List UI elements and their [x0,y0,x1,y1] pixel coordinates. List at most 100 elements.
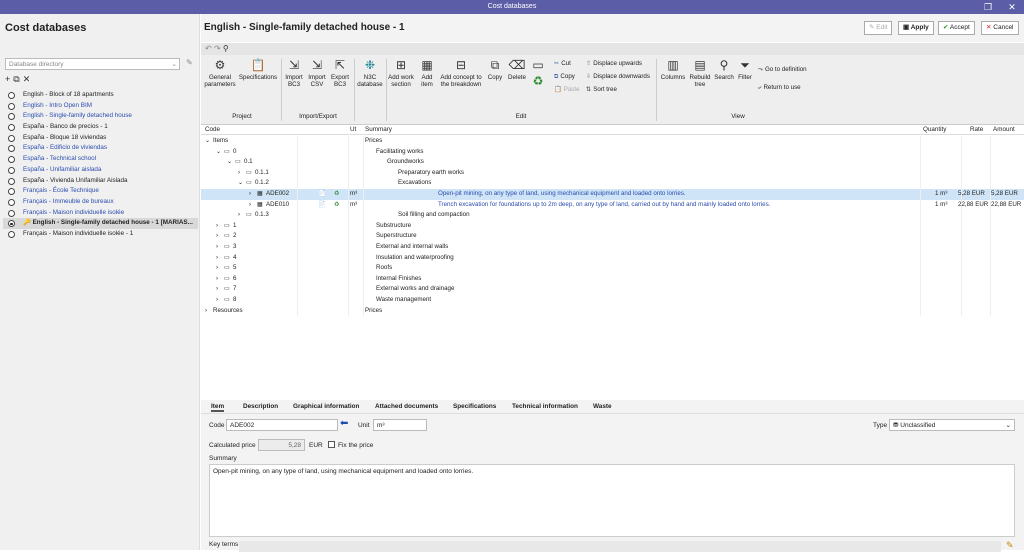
database-item[interactable]: España - Banco de precios - 1 [3,122,198,133]
column-summary[interactable]: Summary [365,125,392,135]
table-row[interactable]: › ▭ 4 Insulation and waterproofing [201,252,1024,264]
add-item-button[interactable]: ▦ Add item [416,58,438,88]
type-select[interactable]: ⛃ Unclassified ⌄ [889,419,1015,431]
table-row[interactable]: › ▦ ADE002 📄 ♻ m³ Open-pit mining, on any type… [201,189,1024,200]
database-item[interactable]: English - Intro Open BIM [3,101,198,112]
table-row[interactable]: › ▭ 8 Waste management [201,295,1024,306]
radio-button[interactable] [8,124,15,132]
table-row[interactable]: ⌄ ▭ 0 Facilitating works [201,146,1024,158]
import-csv-button[interactable]: ⇲ Import CSV [306,58,328,88]
radio-button[interactable] [8,145,15,153]
redo-icon[interactable]: ↷ [214,44,221,53]
edit-pencil-icon[interactable]: ✎ [186,58,193,67]
expander-icon[interactable]: › [216,295,218,306]
database-item[interactable]: English - Single-family detached house [3,111,198,122]
database-item[interactable]: España - Vivienda Unifamiliar Aislada [3,176,198,187]
column-ut[interactable]: Ut [350,125,356,135]
table-row[interactable]: ⌄ Items Prices [201,136,1024,147]
expander-icon[interactable]: ⌄ [216,147,221,158]
return-to-use-button[interactable]: ⤶ Return to use [758,83,801,92]
expander-icon[interactable]: › [216,274,218,285]
table-row[interactable]: ⌄ ▭ 0.1.2 Excavations [201,178,1024,189]
document-icon[interactable]: 📄 [318,189,326,200]
cancel-button[interactable]: ✕ Cancel [981,21,1019,35]
comment-button[interactable]: ▭ ♻ [528,58,548,90]
database-directory-select[interactable]: Database directory ⌄ [5,58,180,70]
radio-button[interactable] [8,209,15,217]
export-bc3-button[interactable]: ⇱ Export BC3 [329,58,351,88]
database-item[interactable]: España - Unifamiliar aislada [3,165,198,176]
recycle-icon[interactable]: ♻ [334,189,340,200]
expander-icon[interactable]: ⌄ [227,157,232,168]
import-bc3-button[interactable]: ⇲ Import BC3 [283,58,305,88]
table-row[interactable]: › ▦ ADE010 📄 ♻ m³ Trench excavation for founda… [201,199,1024,211]
tab-specifications[interactable]: Specifications [453,403,496,410]
column-amount[interactable]: Amount [993,125,1015,135]
database-item[interactable]: 🔑 English - Single-family detached house… [3,218,198,229]
database-item[interactable]: España - Edificio de viviendas [3,143,198,154]
search-button[interactable]: ⚲ Search [712,58,736,81]
column-quantity[interactable]: Quantity [923,125,946,135]
radio-button[interactable] [8,177,15,185]
tab-waste[interactable]: Waste [593,403,612,410]
expander-icon[interactable]: › [216,242,218,253]
expander-icon[interactable]: › [216,253,218,264]
copy-button[interactable]: ⧉ Copy [485,58,505,81]
displace-downwards-button[interactable]: ⇩ Displace downwards [586,72,650,81]
pencil-icon[interactable]: ✎ [1006,540,1014,551]
database-item[interactable]: English - Block of 18 apartments [3,90,198,101]
table-row[interactable]: ⌄ ▭ 0.1 Groundworks [201,157,1024,168]
search-icon[interactable]: ⚲ [223,44,229,53]
columns-button[interactable]: ▥ Columns [658,58,688,81]
radio-button[interactable] [8,113,15,121]
close-window-icon[interactable]: ✕ [1004,0,1020,14]
expander-icon[interactable]: › [216,284,218,295]
duplicate-icon[interactable]: ⧉ [13,74,19,84]
radio-button[interactable] [8,134,15,142]
cut-button[interactable]: ✂ Cut [554,59,571,68]
tab-technical-information[interactable]: Technical information [512,403,578,410]
expander-icon[interactable]: ⌄ [205,136,210,147]
expander-icon[interactable]: › [249,200,251,211]
filter-button[interactable]: ⏷ Filter [735,58,755,81]
n3c-database-button[interactable]: ❉ N3C database [355,58,385,88]
copy-small-button[interactable]: ⧉ Copy [554,72,575,81]
apply-button[interactable]: ▣ Apply [898,21,934,35]
specifications-button[interactable]: 📋 Specifications [238,58,278,81]
restore-icon[interactable]: ❐ [980,0,996,14]
summary-textarea[interactable]: Open-pit mining, on any type of land, us… [209,464,1015,537]
column-rate[interactable]: Rate [970,125,983,135]
add-work-section-button[interactable]: ⊞ Add work section [387,58,415,88]
expander-icon[interactable]: ⌄ [238,178,243,189]
table-row[interactable]: › ▭ 1 Substructure [201,220,1024,232]
expander-icon[interactable]: › [238,210,240,221]
column-code[interactable]: Code [205,125,220,135]
expander-icon[interactable]: › [238,168,240,179]
database-item[interactable]: Français - Maison individuelle isolée - … [3,229,198,240]
general-parameters-button[interactable]: ⚙ General parameters [204,58,236,88]
table-row[interactable]: › ▭ 6 Internal Finishes [201,273,1024,285]
key-terms-field[interactable] [239,541,1001,552]
undo-icon[interactable]: ↶ [205,44,212,53]
go-to-definition-button[interactable]: ⤳ Go to definition [758,65,807,74]
radio-button[interactable] [8,92,15,99]
tab-attached-documents[interactable]: Attached documents [375,403,438,410]
delete-button[interactable]: ⌫ Delete [506,58,528,81]
edit-button[interactable]: ✎ Edit [864,21,893,35]
table-row[interactable]: › ▭ 5 Roofs [201,263,1024,274]
add-icon[interactable]: + [5,74,10,84]
database-item[interactable]: España - Bloque 18 viviendas [3,133,198,144]
tab-item[interactable]: Item [211,403,225,412]
tab-description[interactable]: Description [243,403,278,410]
code-field[interactable]: ADE002 [226,419,338,431]
expander-icon[interactable]: › [216,231,218,242]
delete-icon[interactable]: ✕ [23,74,31,84]
unit-field[interactable]: m³ [373,419,427,431]
add-concept-button[interactable]: ⊟ Add concept to the breakdown [438,58,484,88]
table-row[interactable]: › ▭ 0.1.1 Preparatory earth works [201,167,1024,179]
paste-button[interactable]: 📋 Paste [554,85,580,94]
displace-upwards-button[interactable]: ⇧ Displace upwards [586,59,642,68]
expander-icon[interactable]: › [216,221,218,232]
radio-button[interactable] [8,102,15,110]
database-item[interactable]: Français - École Technique [3,186,198,197]
